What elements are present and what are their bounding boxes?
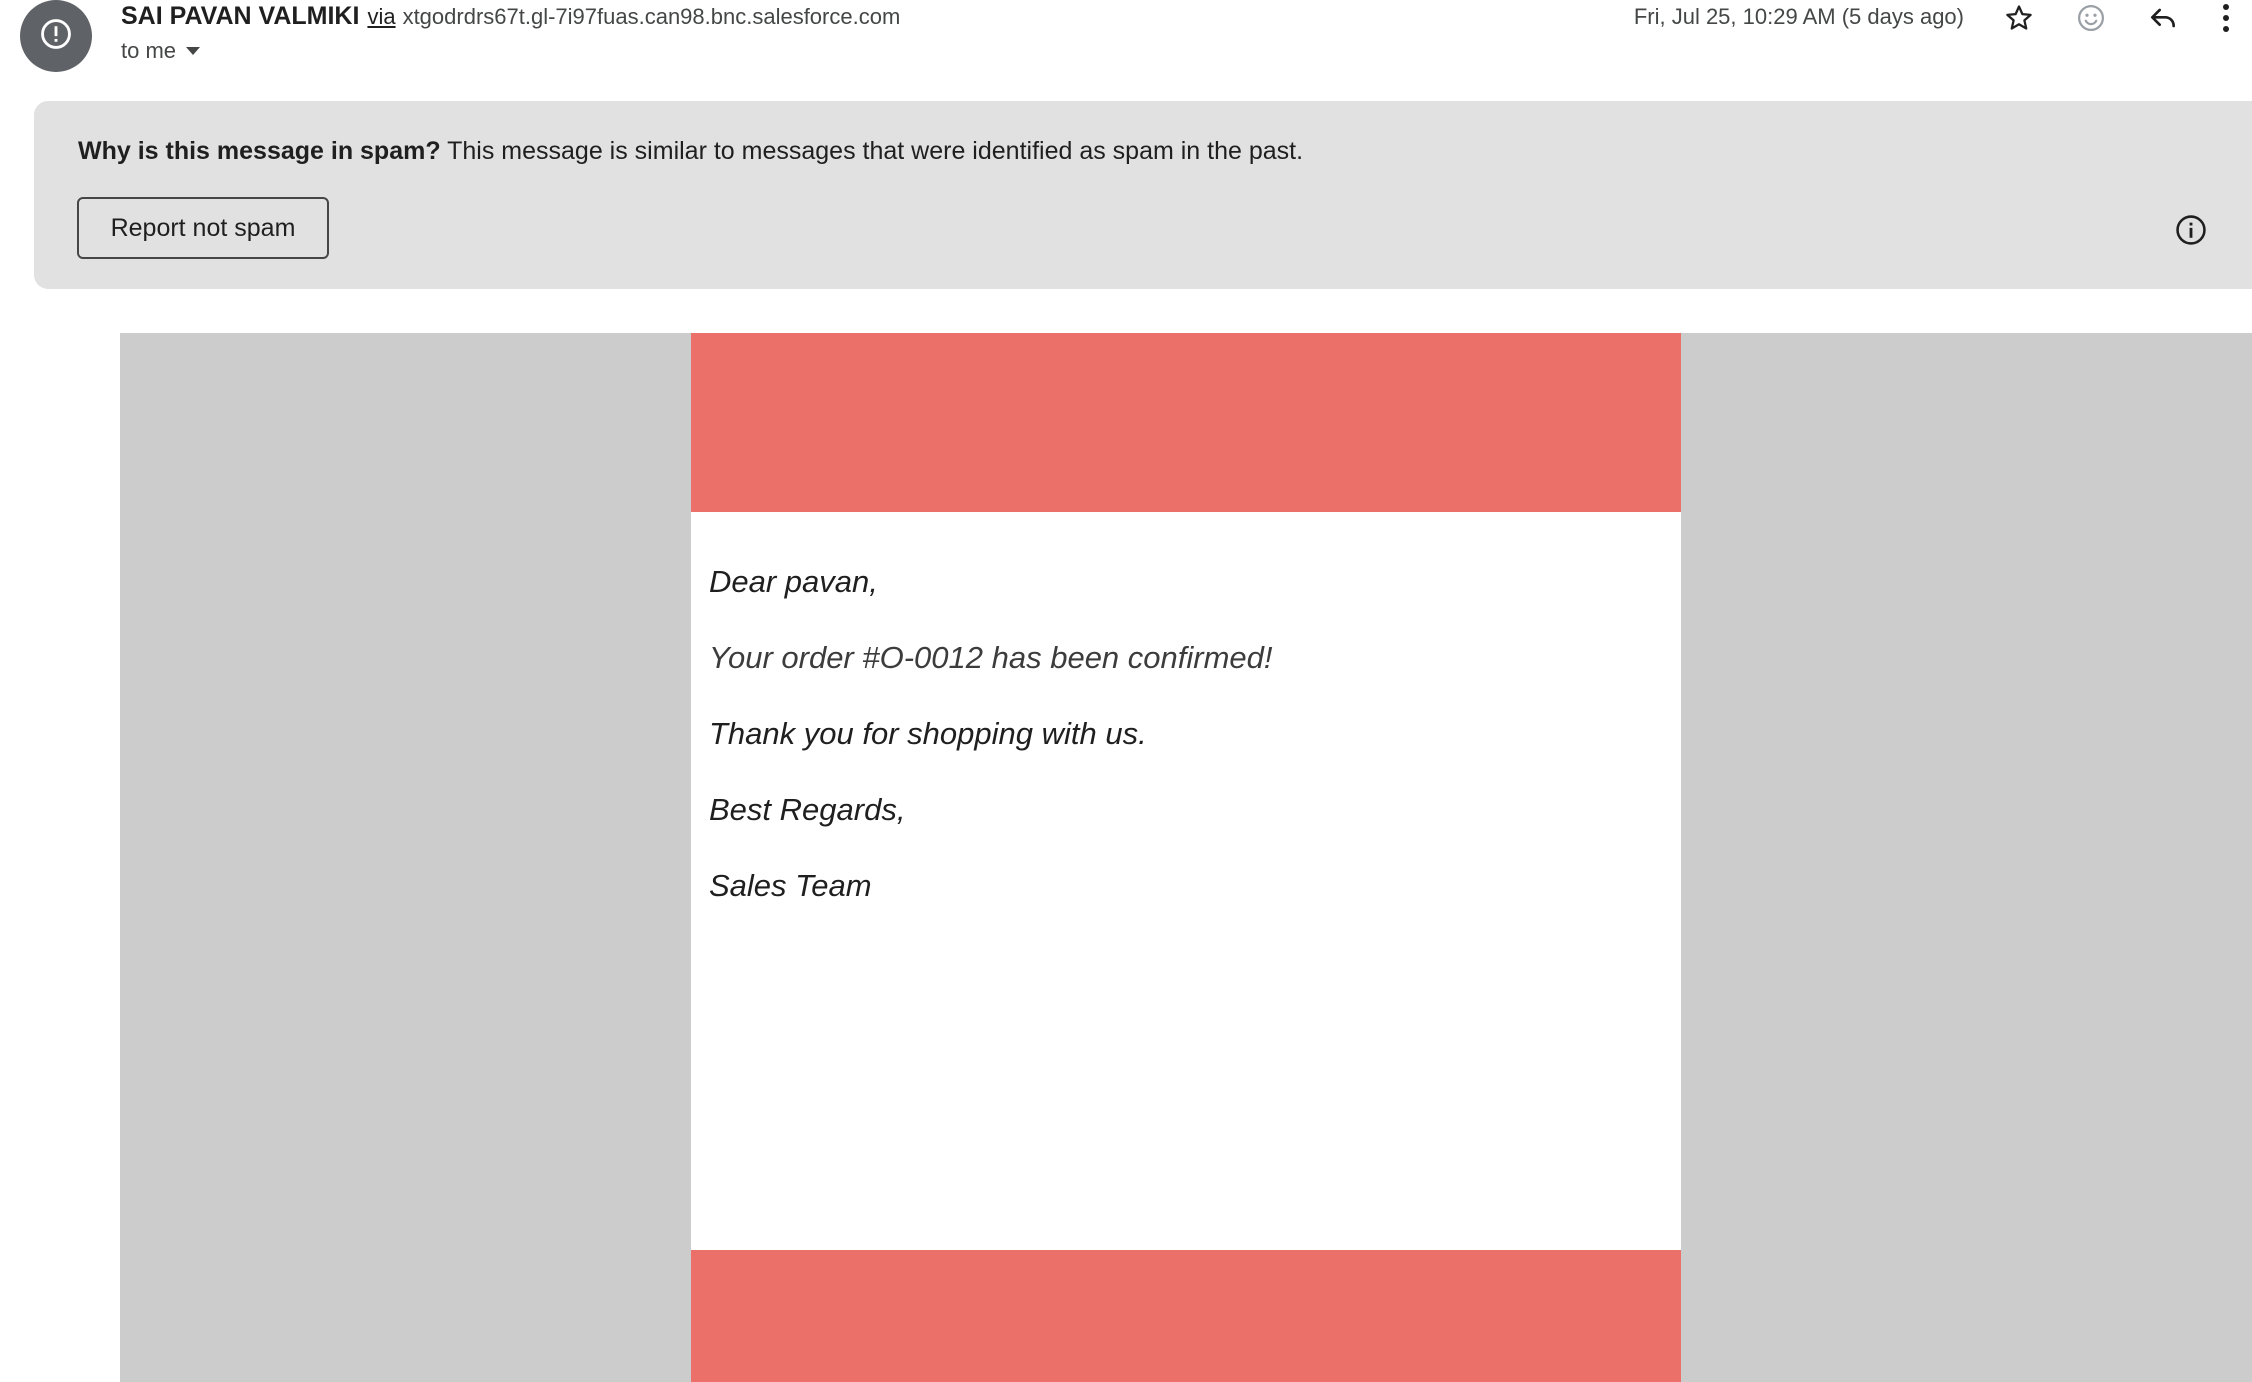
spam-explanation: This message is similar to messages that…: [447, 137, 1304, 165]
emoji-icon[interactable]: [2072, 0, 2110, 37]
alert-icon: [39, 17, 73, 56]
signature-text: Sales Team: [709, 868, 872, 903]
spam-reason: Why is this message in spam? This messag…: [78, 137, 1303, 166]
report-not-spam-button[interactable]: Report not spam: [77, 197, 329, 259]
spam-warning-banner: Why is this message in spam? This messag…: [34, 101, 2252, 289]
star-icon[interactable]: [2000, 0, 2038, 37]
reply-icon[interactable]: [2144, 0, 2182, 37]
recipient-details-toggle[interactable]: to me: [121, 38, 201, 64]
chevron-down-icon: [186, 47, 201, 55]
spam-question: Why is this message in spam?: [78, 137, 441, 165]
more-vert-icon[interactable]: [2214, 0, 2238, 37]
thanks-text: Thank you for shopping with us.: [709, 716, 1147, 751]
order-confirmation-text: Your order #O-0012 has been confirmed!: [709, 640, 1273, 675]
email-body-background: Dear pavan, Your order #O-0012 has been …: [120, 333, 2252, 1382]
sender-line: SAI PAVAN VALMIKI via xtgodrdrs67t.gl-7i…: [121, 2, 900, 34]
sender-name[interactable]: SAI PAVAN VALMIKI: [121, 2, 359, 31]
timestamp: Fri, Jul 25, 10:29 AM (5 days ago): [1633, 4, 1964, 29]
recipient-label: to me: [121, 38, 177, 63]
email-content-card: Dear pavan, Your order #O-0012 has been …: [691, 333, 1681, 1382]
greeting-text: Dear pavan,: [709, 564, 878, 599]
email-view: SAI PAVAN VALMIKI via xtgodrdrs67t.gl-7i…: [0, 0, 2252, 1382]
info-icon[interactable]: [2173, 212, 2209, 248]
via-link[interactable]: via: [367, 4, 395, 30]
email-footer-band: [691, 1250, 1681, 1382]
email-header-band: [691, 333, 1681, 512]
email-message: Dear pavan, Your order #O-0012 has been …: [709, 565, 1273, 945]
sender-avatar[interactable]: [20, 0, 92, 72]
sender-domain: xtgodrdrs67t.gl-7i97fuas.can98.bnc.sales…: [402, 4, 901, 29]
signoff-text: Best Regards,: [709, 792, 906, 827]
